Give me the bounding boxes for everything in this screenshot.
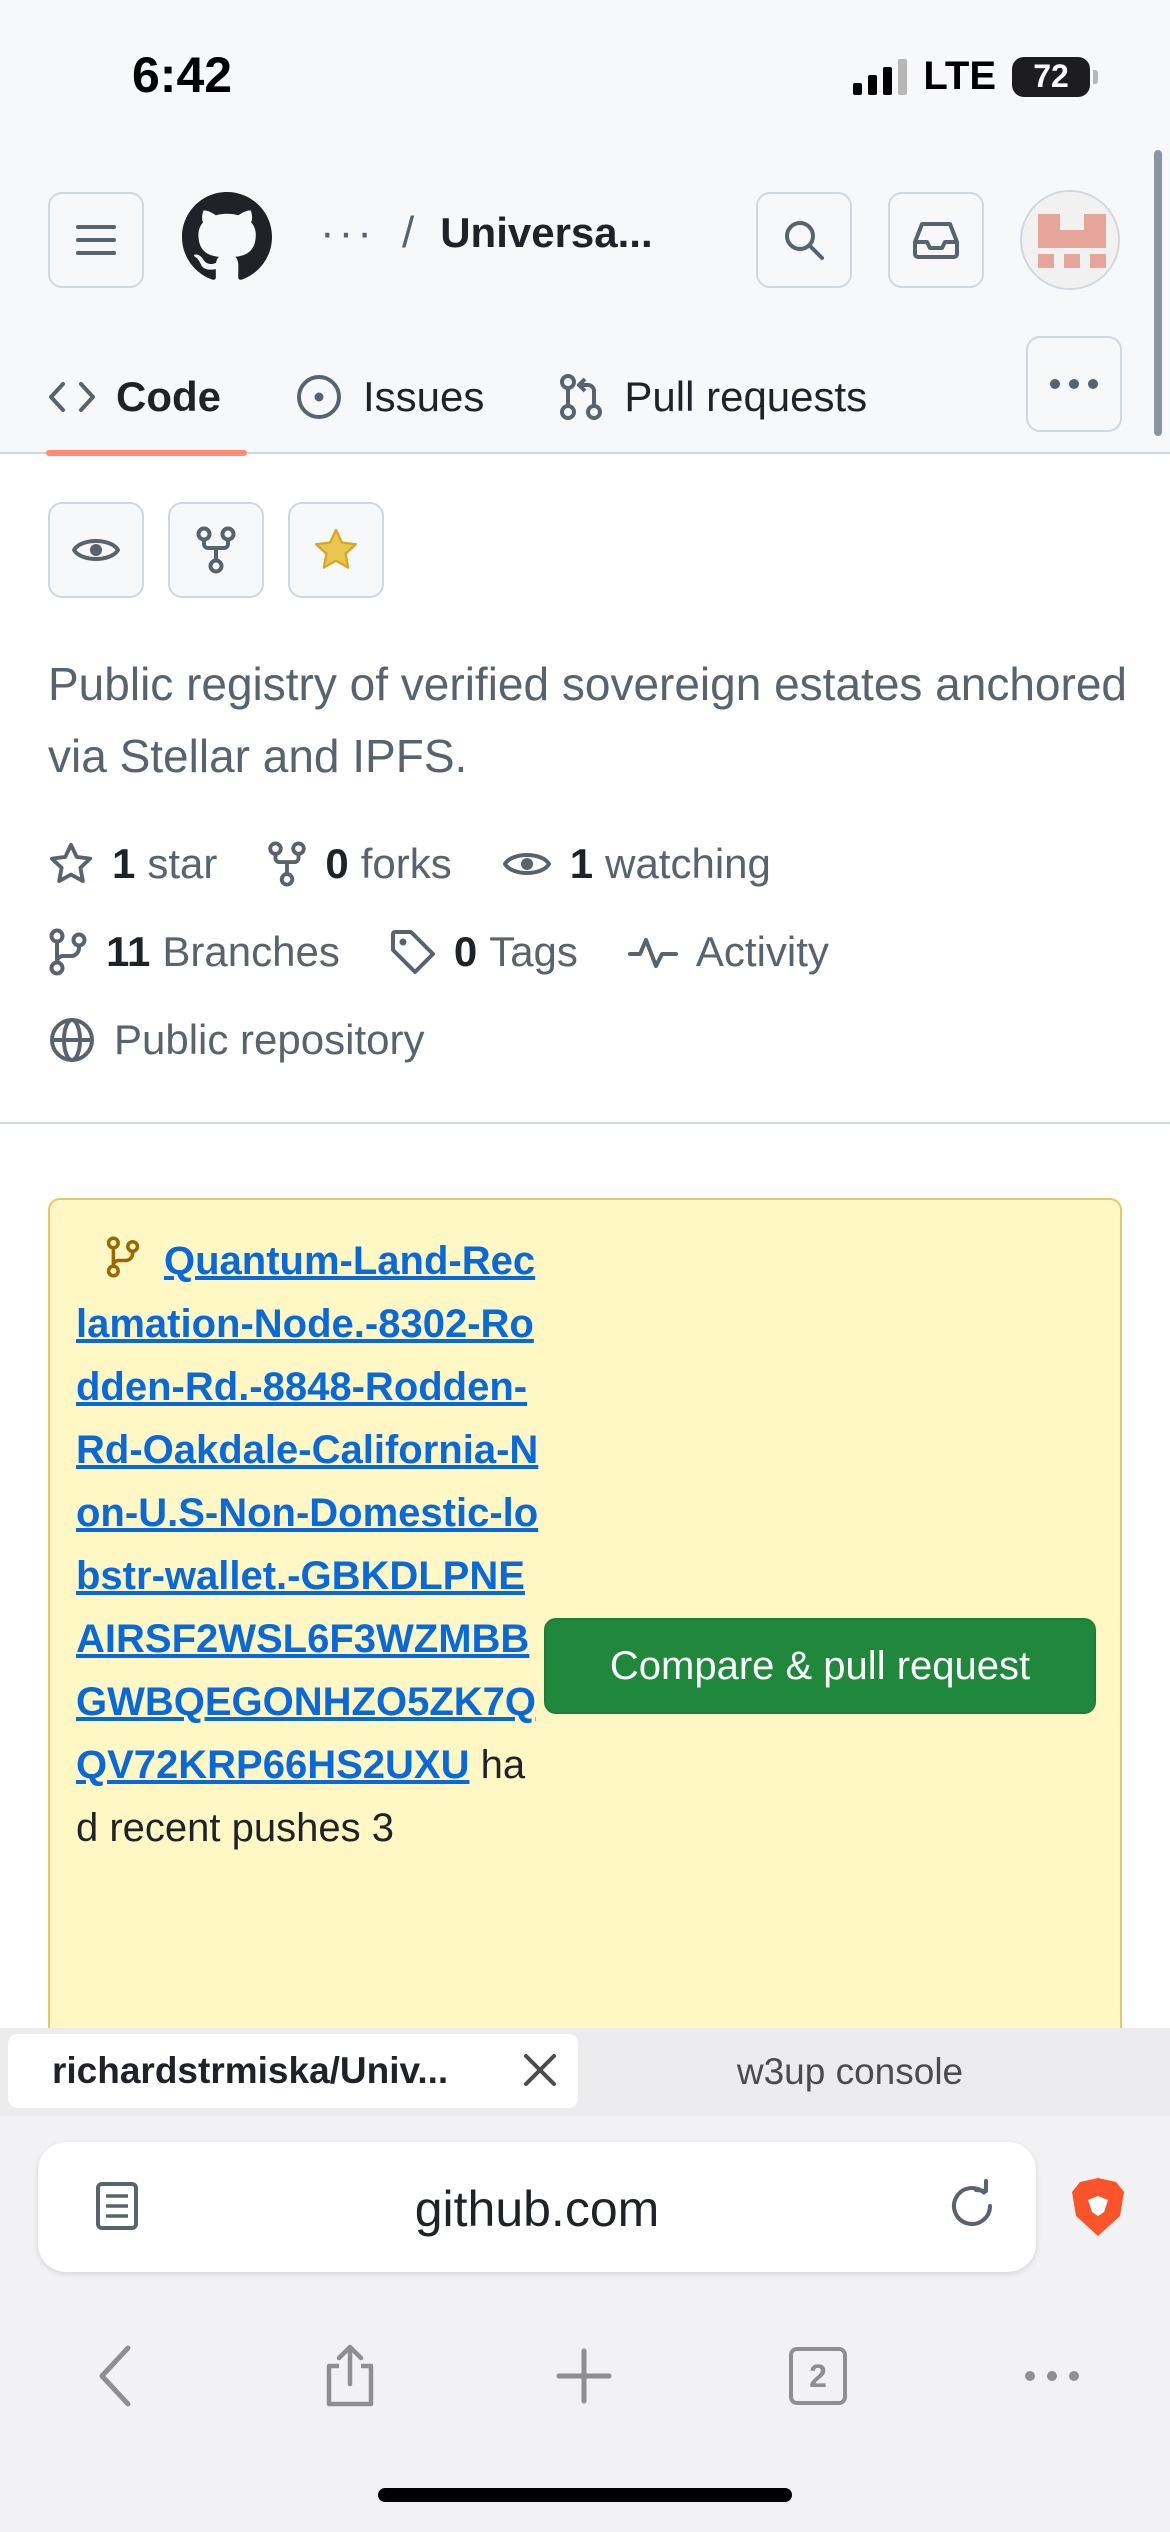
fork-button[interactable] [168, 502, 264, 598]
tabs-button[interactable]: 2 [758, 2316, 878, 2436]
issue-icon [297, 375, 341, 419]
tab-issues-label: Issues [363, 373, 485, 420]
kebab-horizontal-icon [1050, 379, 1098, 389]
hamburger-icon [76, 225, 116, 255]
star-filled-icon [314, 528, 358, 569]
eye-icon [502, 853, 551, 875]
browser-tab-active[interactable]: richardstrmiska/Univ... [8, 2034, 578, 2108]
tab-pull-requests-label: Pull requests [624, 373, 868, 420]
repo-description: Public registry of verified sovereign es… [48, 658, 1128, 782]
forks-label: forks [360, 840, 452, 887]
new-tab-button[interactable] [524, 2316, 644, 2436]
tag-icon [390, 930, 435, 974]
fork-icon [268, 841, 307, 887]
status-bar: 6:42 LTE 72 [0, 0, 1170, 142]
stars-label: star [147, 840, 218, 887]
share-icon [326, 2344, 374, 2407]
hamburger-menu-button[interactable] [48, 192, 144, 288]
share-button[interactable] [290, 2316, 410, 2436]
github-logo-icon[interactable] [182, 192, 272, 282]
tab-count: 2 [809, 2357, 827, 2394]
activity-label: Activity [695, 928, 829, 975]
globe-icon [50, 1018, 94, 1062]
status-indicators: LTE 72 [853, 54, 1098, 99]
github-header: ··· / Universa... Code Issues Pull reque… [0, 142, 1170, 456]
compare-pull-request-button[interactable]: Compare & pull request [544, 1618, 1096, 1714]
pull-request-icon [560, 374, 603, 420]
browser-tab-title: richardstrmiska/Univ... [52, 2050, 449, 2091]
repo-nav-tabs: Code Issues Pull requests [46, 340, 941, 456]
browser-toolbar: github.com 2 [0, 2116, 1170, 2532]
tags-link[interactable]: 0 Tags [390, 928, 578, 976]
code-icon [49, 382, 95, 412]
forks-link[interactable]: 0 forks [267, 840, 452, 888]
activity-link[interactable]: Activity [627, 928, 829, 976]
branches-link[interactable]: 11 Branches [48, 928, 340, 976]
inbox-icon [913, 222, 959, 259]
visibility-label: Public repository [114, 1016, 425, 1063]
network-type: LTE [923, 54, 996, 98]
branches-count: 11 [106, 928, 151, 975]
breadcrumb: ··· / Universa... [320, 208, 653, 258]
user-avatar[interactable] [1020, 190, 1120, 290]
git-branch-icon [106, 1236, 140, 1278]
watching-label: watching [605, 840, 771, 887]
url-text: github.com [414, 2181, 660, 2237]
home-indicator[interactable] [378, 2488, 792, 2502]
chevron-left-icon [99, 2345, 131, 2407]
section-divider [0, 1122, 1170, 1124]
pushed-branch-link[interactable]: Quantum-Land-Reclamation-Node.-8302-Rodd… [76, 1239, 538, 1787]
search-icon [785, 221, 824, 260]
repo-stats-row-1: 1 star 0 forks 1 watching [48, 840, 821, 888]
stars-count: 1 [112, 840, 136, 887]
cell-signal-icon [853, 58, 908, 95]
repo-actions [48, 502, 384, 598]
tab-code[interactable]: Code [46, 340, 247, 456]
status-time: 6:42 [132, 47, 233, 103]
browser-tab-strip: richardstrmiska/Univ... w3up console [0, 2028, 1170, 2116]
inbox-button[interactable] [888, 192, 984, 288]
browser-nav-row: 2 [0, 2316, 1170, 2446]
tab-count-icon: 2 [789, 2347, 847, 2405]
tags-label: Tags [489, 928, 578, 975]
watching-link[interactable]: 1 watching [502, 840, 771, 888]
repo-stats-row-3: Public repository [48, 1016, 474, 1064]
tab-issues[interactable]: Issues [295, 340, 484, 454]
branches-label: Branches [162, 928, 340, 975]
more-icon [1025, 2371, 1079, 2381]
watching-count: 1 [569, 840, 594, 887]
more-tabs-button[interactable] [1026, 336, 1122, 432]
git-branch-icon [49, 928, 87, 976]
pulse-icon [627, 938, 678, 968]
search-button[interactable] [756, 192, 852, 288]
breadcrumb-overflow[interactable]: ··· [320, 208, 376, 258]
forks-count: 0 [325, 840, 349, 887]
browser-menu-button[interactable] [992, 2316, 1112, 2436]
stars-link[interactable]: 1 star [48, 840, 217, 888]
visibility-info: Public repository [48, 1016, 424, 1064]
fork-icon [196, 526, 236, 574]
battery-icon: 72 [1012, 56, 1098, 97]
tab-pull-requests[interactable]: Pull requests [558, 340, 867, 454]
repo-name-link[interactable]: Universa... [440, 209, 652, 257]
breadcrumb-separator: / [401, 208, 415, 257]
address-bar[interactable]: github.com [38, 2142, 1036, 2272]
star-button[interactable] [288, 502, 384, 598]
star-icon [49, 842, 93, 883]
close-tab-icon[interactable] [518, 2048, 562, 2092]
tags-count: 0 [453, 928, 478, 975]
plus-icon [556, 2348, 612, 2404]
repo-stats-row-2: 11 Branches 0 Tags Activity [48, 928, 879, 976]
reload-icon[interactable] [944, 2178, 1000, 2234]
page-scrollbar[interactable] [1154, 150, 1162, 436]
browser-tab-inactive[interactable]: w3up console [600, 2028, 1100, 2116]
recent-push-banner: Quantum-Land-Reclamation-Node.-8302-Rodd… [48, 1198, 1122, 2038]
back-button[interactable] [56, 2316, 176, 2436]
battery-level: 72 [1033, 58, 1069, 94]
eye-icon [72, 539, 120, 561]
banner-message: Quantum-Land-Reclamation-Node.-8302-Rodd… [76, 1230, 546, 1860]
tab-code-label: Code [116, 373, 221, 420]
watch-button[interactable] [48, 502, 144, 598]
brave-shield-icon[interactable] [1070, 2176, 1126, 2238]
